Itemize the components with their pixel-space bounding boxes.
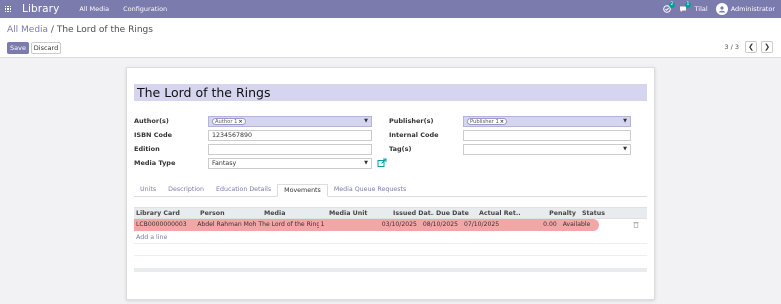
- authors-field[interactable]: Author 1× ▼: [208, 116, 372, 127]
- save-button[interactable]: Save: [7, 42, 29, 54]
- form-sheet: The Lord of the Rings Author(s) Author 1…: [126, 67, 655, 300]
- menu-all-media[interactable]: All Media: [79, 5, 109, 13]
- add-line-link[interactable]: Add a line: [134, 231, 647, 244]
- edition-field[interactable]: [208, 144, 372, 155]
- movements-table: Library Card Person Media Media Unit Iss…: [134, 207, 647, 272]
- tags-field[interactable]: ▼: [463, 144, 631, 155]
- menu-configuration[interactable]: Configuration: [123, 5, 167, 13]
- title-field[interactable]: The Lord of the Rings: [134, 84, 647, 101]
- trash-icon[interactable]: [633, 221, 639, 230]
- discard-button[interactable]: Discard: [31, 42, 61, 54]
- caret-down-icon[interactable]: ▼: [623, 145, 627, 154]
- cell-due-date: 08/10/2025: [422, 221, 458, 228]
- cell-actual-return: 07/10/2025: [464, 221, 500, 228]
- author-tag: Author 1×: [212, 118, 246, 125]
- cell-penalty: 0.00: [543, 221, 557, 228]
- messages-button[interactable]: 1: [679, 2, 692, 13]
- remove-tag-icon[interactable]: ×: [238, 119, 242, 125]
- internal-code-field[interactable]: [463, 130, 631, 141]
- cell-person: Abdel Rahman Moh...: [197, 221, 257, 228]
- user-menu[interactable]: Administrator: [715, 3, 775, 15]
- media-type-label: Media Type: [134, 159, 176, 167]
- edition-label: Edition: [134, 145, 160, 153]
- activity-count-badge: 2: [668, 2, 676, 8]
- cell-library-card: LCB0000000003: [136, 221, 187, 228]
- user-name: Administrator: [730, 5, 775, 13]
- messages-count-badge: 1: [684, 2, 692, 8]
- tab-media-queue-requests[interactable]: Media Queue Requests: [328, 184, 412, 197]
- breadcrumb-current: The Lord of the Rings: [56, 25, 153, 35]
- caret-down-icon[interactable]: ▼: [364, 159, 368, 168]
- control-panel: All Media / The Lord of the Rings Save D…: [0, 18, 781, 58]
- tab-units[interactable]: Units: [134, 184, 162, 197]
- external-link-icon[interactable]: [377, 158, 387, 168]
- caret-down-icon[interactable]: ▼: [364, 117, 368, 126]
- isbn-label: ISBN Code: [134, 131, 173, 139]
- authors-label: Author(s): [134, 117, 169, 125]
- apps-icon[interactable]: [0, 0, 16, 18]
- pager: 3 / 3 ❮ ❯: [724, 41, 773, 53]
- chevron-left-icon: ❮: [748, 43, 754, 51]
- isbn-field[interactable]: 1234567890: [208, 130, 372, 141]
- pager-value[interactable]: 3 / 3: [724, 43, 739, 51]
- avatar: [715, 3, 728, 15]
- media-type-field[interactable]: Fantasy ▼: [208, 158, 372, 169]
- top-navbar: Library All Media Configuration 2 1 Tila…: [0, 0, 781, 18]
- publisher-tag: Publisher 1×: [467, 118, 508, 125]
- breadcrumb: All Media / The Lord of the Rings: [7, 25, 153, 35]
- empty-row: [134, 244, 647, 256]
- company-switcher[interactable]: Tilal: [695, 5, 708, 13]
- table-footer: [134, 268, 647, 272]
- pager-next-button[interactable]: ❯: [761, 41, 773, 53]
- cell-status: Available: [562, 221, 591, 228]
- internal-code-label: Internal Code: [389, 131, 439, 139]
- breadcrumb-all-media[interactable]: All Media: [7, 25, 48, 35]
- cell-media: The Lord of the Rings: [258, 221, 319, 228]
- notebook-tabs: Units Description Education Details Move…: [134, 184, 647, 197]
- cell-issued-date: 03/10/2025: [381, 221, 417, 228]
- tags-label: Tag(s): [389, 145, 412, 153]
- table-header: Library Card Person Media Media Unit Iss…: [134, 207, 647, 219]
- publishers-label: Publisher(s): [389, 117, 434, 125]
- chevron-right-icon: ❯: [764, 43, 770, 51]
- pager-previous-button[interactable]: ❮: [745, 41, 757, 53]
- breadcrumb-separator: /: [48, 25, 57, 35]
- user-icon: [718, 6, 725, 13]
- caret-down-icon[interactable]: ▼: [623, 117, 627, 126]
- remove-tag-icon[interactable]: ×: [500, 119, 504, 125]
- cell-media-unit: 1: [320, 221, 325, 228]
- tab-movements[interactable]: Movements: [277, 184, 328, 197]
- tab-education-details[interactable]: Education Details: [210, 184, 277, 197]
- activity-button[interactable]: 2: [662, 2, 676, 13]
- tab-description[interactable]: Description: [162, 184, 210, 197]
- table-row[interactable]: LCB0000000003 Abdel Rahman Moh... The Lo…: [134, 219, 647, 231]
- media-type-value: Fantasy: [212, 160, 237, 167]
- app-brand[interactable]: Library: [22, 3, 59, 15]
- publishers-field[interactable]: Publisher 1× ▼: [463, 116, 631, 127]
